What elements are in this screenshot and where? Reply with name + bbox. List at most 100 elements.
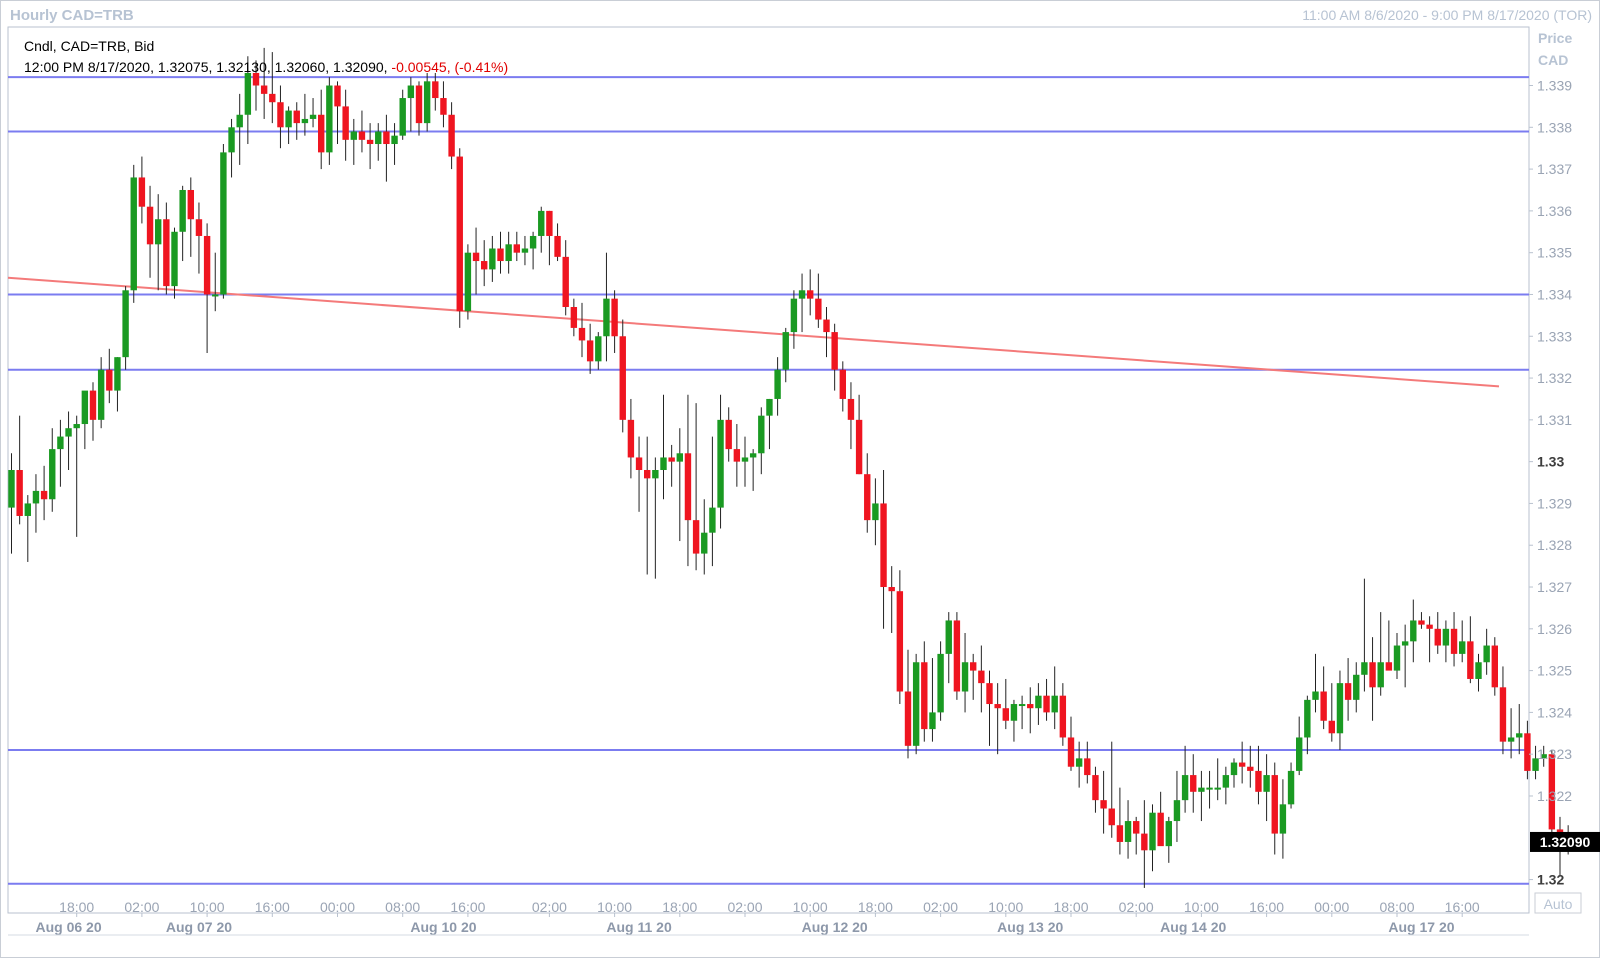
candle-body	[130, 177, 137, 291]
candle-body	[513, 244, 520, 253]
candle-body	[1296, 737, 1303, 771]
candle-body	[106, 369, 113, 391]
candle-body	[538, 210, 545, 236]
candle-body	[1084, 758, 1091, 776]
candle-body	[766, 398, 773, 416]
time-tick-label: 10:00	[597, 899, 632, 915]
candle-body	[423, 81, 431, 124]
candle-body	[171, 231, 178, 287]
legend-ohlc: 12:00 PM 8/17/2020, 1.32075, 1.32130, 1.…	[24, 59, 508, 75]
candle-body	[758, 415, 765, 454]
chart-title: Hourly CAD=TRB	[10, 7, 134, 24]
price-tick-label: 1.336	[1537, 203, 1572, 219]
time-tick-label: 02:00	[1119, 899, 1154, 915]
candle-body	[1116, 825, 1124, 842]
price-tick-label: 1.339	[1537, 78, 1572, 94]
candle-body	[1108, 808, 1115, 826]
candle-body	[32, 490, 40, 504]
date-label: Aug 11 20	[606, 919, 672, 935]
candle-body	[1279, 804, 1287, 834]
candle-body	[391, 135, 398, 145]
candle-body	[1361, 662, 1368, 675]
candle-body	[1018, 704, 1026, 707]
candle-body	[815, 298, 822, 320]
candle-body	[790, 298, 798, 333]
candle-body	[986, 683, 993, 705]
price-tick-label: 1.324	[1537, 704, 1572, 720]
candle-body	[953, 620, 961, 692]
candle-body	[122, 290, 129, 358]
candle-body	[684, 453, 692, 521]
candle-body	[1124, 821, 1132, 842]
time-tick-label: 02:00	[124, 899, 159, 915]
date-label: Aug 07 20	[166, 919, 232, 935]
candle-body	[921, 662, 928, 730]
candle-body	[1043, 695, 1050, 713]
candle-body	[1002, 708, 1009, 721]
price-tick-label: 1.322	[1537, 788, 1572, 804]
last-price-value: 1.32090	[1540, 834, 1591, 850]
candle-body	[1312, 691, 1319, 700]
date-label: Aug 10 20	[410, 919, 476, 935]
candle-body	[57, 436, 64, 450]
candle-body	[660, 457, 667, 470]
auto-scale-label: Auto	[1544, 896, 1573, 912]
candle-body	[1410, 620, 1417, 642]
candle-body	[277, 102, 284, 128]
candle-body	[741, 457, 749, 462]
candle-body	[1059, 695, 1067, 738]
candle-body	[342, 106, 349, 140]
candle-body	[864, 474, 871, 521]
candle-body	[472, 252, 480, 262]
candle-body	[65, 428, 72, 437]
candle-body	[326, 85, 333, 153]
date-label: Aug 14 20	[1160, 919, 1226, 935]
candle-body	[529, 235, 537, 249]
candle-body	[179, 189, 186, 232]
price-tick-label: 1.333	[1537, 328, 1572, 344]
candle-body	[1459, 641, 1466, 654]
candle-body	[937, 653, 944, 713]
candle-body	[505, 244, 512, 262]
candle-body	[399, 98, 406, 136]
candle-body	[334, 85, 341, 107]
candle-body	[366, 139, 374, 145]
candle-body	[725, 419, 732, 450]
price-tick-label: 1.338	[1537, 119, 1572, 135]
price-tick-label: 1.332	[1537, 370, 1572, 386]
candle-body	[318, 114, 325, 153]
candle-body	[904, 691, 912, 746]
candle-body	[586, 340, 594, 362]
candle-body	[1165, 821, 1172, 847]
candle-body	[570, 307, 578, 328]
candle-body	[383, 131, 390, 145]
candle-body	[554, 235, 561, 257]
candle-body	[1426, 624, 1433, 629]
candle-body	[880, 503, 887, 588]
currency-axis-label: CAD	[1538, 52, 1568, 68]
candle-body	[1385, 662, 1393, 671]
candle-body	[81, 390, 89, 425]
candle-body	[49, 449, 56, 500]
plot-area	[7, 26, 1530, 914]
candle-body	[1377, 662, 1384, 688]
candle-body	[350, 131, 357, 140]
candle-body	[961, 662, 969, 692]
candle-body	[823, 319, 830, 333]
candle-body	[929, 712, 936, 730]
time-tick-label: 08:00	[385, 899, 420, 915]
candle-body	[1247, 766, 1254, 771]
candle-body	[448, 114, 455, 157]
candle-body	[611, 298, 618, 337]
time-tick-label: 10:00	[190, 899, 225, 915]
price-tick-label: 1.33	[1537, 454, 1564, 470]
candle-body	[1075, 758, 1083, 767]
candle-body	[432, 81, 439, 99]
price-tick-label: 1.325	[1537, 663, 1572, 679]
candle-body	[1467, 641, 1474, 679]
candlestick-chart: Hourly CAD=TRB 11:00 AM 8/6/2020 - 9:00 …	[0, 0, 1600, 958]
candle-body	[749, 453, 757, 458]
candle-body	[978, 670, 985, 684]
candle-body	[692, 520, 700, 554]
candle-body	[1450, 628, 1458, 654]
